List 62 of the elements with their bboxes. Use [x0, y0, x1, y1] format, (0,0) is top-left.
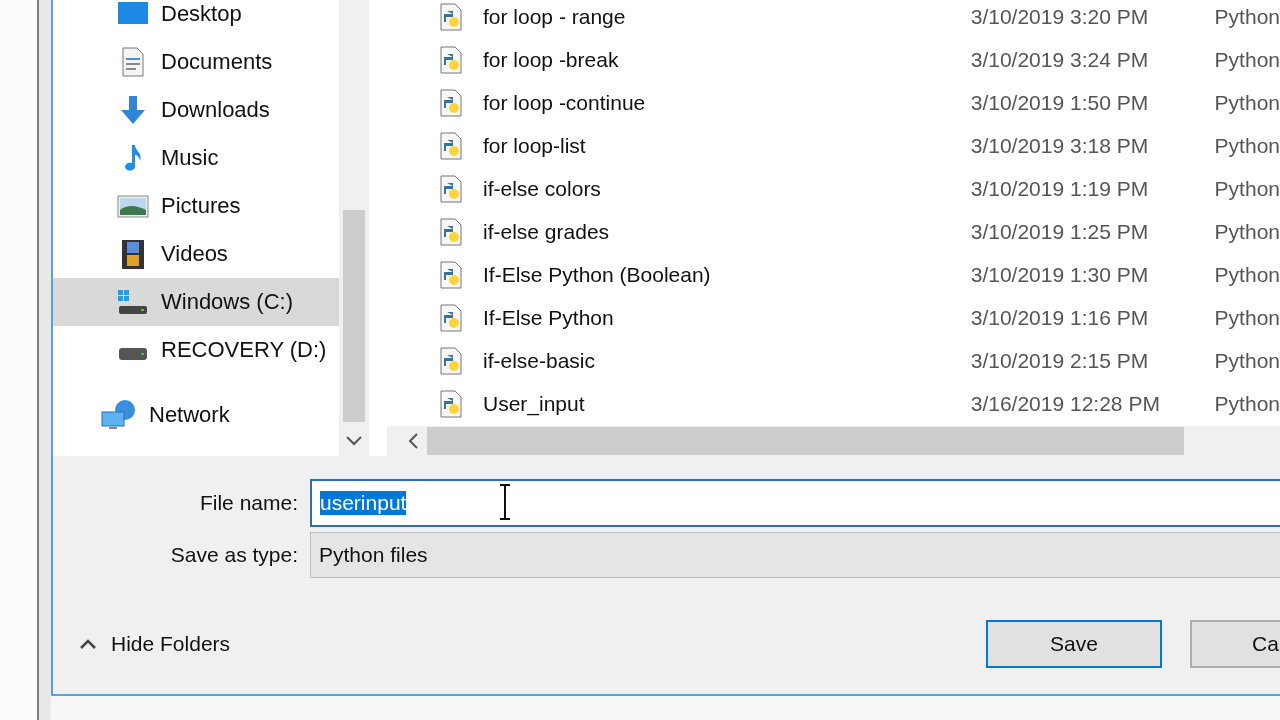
- file-name[interactable]: for loop-list: [483, 133, 971, 158]
- file-date: 3/10/2019 3:18 PM: [970, 133, 1150, 158]
- file-date: 3/10/2019 3:24 PM: [970, 47, 1150, 72]
- file-type: Python: [1214, 305, 1280, 330]
- file-name[interactable]: User_input: [483, 391, 971, 416]
- field-label: File name:: [198, 491, 298, 515]
- file-name[interactable]: If-Else Python: [483, 305, 971, 330]
- dialog-button[interactable]: Ca: [1190, 620, 1280, 668]
- file-date: 3/10/2019 2:15 PM: [970, 348, 1150, 373]
- navigation-item[interactable]: RECOVERY (D:): [53, 326, 339, 374]
- file-type: Python: [1214, 348, 1280, 373]
- file-type: Python: [1214, 176, 1280, 201]
- python-file-icon: [439, 389, 463, 418]
- horizontal-scrollbar[interactable]: [387, 426, 1280, 456]
- dialog-button[interactable]: Save: [986, 620, 1162, 668]
- python-file-icon: [439, 346, 463, 375]
- file-name[interactable]: for loop -break: [483, 47, 971, 72]
- text-cursor-icon: [498, 483, 512, 521]
- python-file-icon: [439, 131, 463, 160]
- file-type: Python: [1214, 4, 1280, 29]
- file-name-field[interactable]: userinput: [310, 479, 1280, 527]
- file-type: Python: [1214, 219, 1280, 244]
- navigation-item[interactable]: Network: [53, 390, 339, 439]
- navigation-item[interactable]: Videos: [53, 230, 339, 278]
- file-name[interactable]: if-else grades: [483, 219, 971, 244]
- file-name[interactable]: if-else colors: [483, 176, 971, 201]
- python-file-icon: [439, 45, 463, 74]
- file-type: Python: [1214, 47, 1280, 72]
- navigation-item[interactable]: Documents: [53, 38, 339, 86]
- navigation-item[interactable]: Desktop: [53, 0, 339, 38]
- chevron-up-icon: [79, 638, 97, 650]
- file-date: 3/10/2019 1:25 PM: [970, 219, 1150, 244]
- file-type: Python: [1214, 90, 1280, 115]
- hide-folders-button[interactable]: Hide Folders: [79, 632, 231, 656]
- navigation-item[interactable]: Downloads: [53, 86, 339, 134]
- file-type: Python: [1214, 262, 1280, 287]
- field-label: Save as type:: [169, 543, 298, 567]
- python-file-icon: [439, 217, 463, 246]
- python-file-icon: [439, 88, 463, 117]
- navigation-item[interactable]: Pictures: [53, 182, 339, 230]
- drive-icon: [119, 348, 147, 360]
- chevron-left-icon[interactable]: [407, 433, 419, 449]
- file-date: 3/10/2019 1:19 PM: [970, 176, 1150, 201]
- navigation-item[interactable]: Windows (C:): [53, 278, 339, 326]
- file-name[interactable]: for loop - range: [483, 4, 971, 29]
- file-date: 3/10/2019 3:20 PM: [970, 4, 1150, 29]
- file-name[interactable]: if-else-basic: [483, 348, 971, 373]
- file-name[interactable]: If-Else Python (Boolean): [483, 262, 971, 287]
- python-file-icon: [439, 174, 463, 203]
- python-file-icon: [439, 303, 463, 332]
- file-date: 3/10/2019 1:16 PM: [970, 305, 1150, 330]
- file-type: Python: [1214, 133, 1280, 158]
- python-file-icon: [439, 260, 463, 289]
- chevron-down-icon[interactable]: [346, 436, 362, 446]
- save-as-type-dropdown[interactable]: Python files: [310, 532, 1280, 578]
- file-name[interactable]: for loop -continue: [483, 90, 971, 115]
- file-date: 3/16/2019 12:28 PM: [970, 391, 1161, 416]
- file-date: 3/10/2019 1:50 PM: [970, 90, 1150, 115]
- file-type: Python: [1214, 391, 1280, 416]
- network-icon: [101, 398, 137, 431]
- navigation-item[interactable]: Music: [53, 134, 339, 182]
- file-date: 3/10/2019 1:30 PM: [970, 262, 1150, 287]
